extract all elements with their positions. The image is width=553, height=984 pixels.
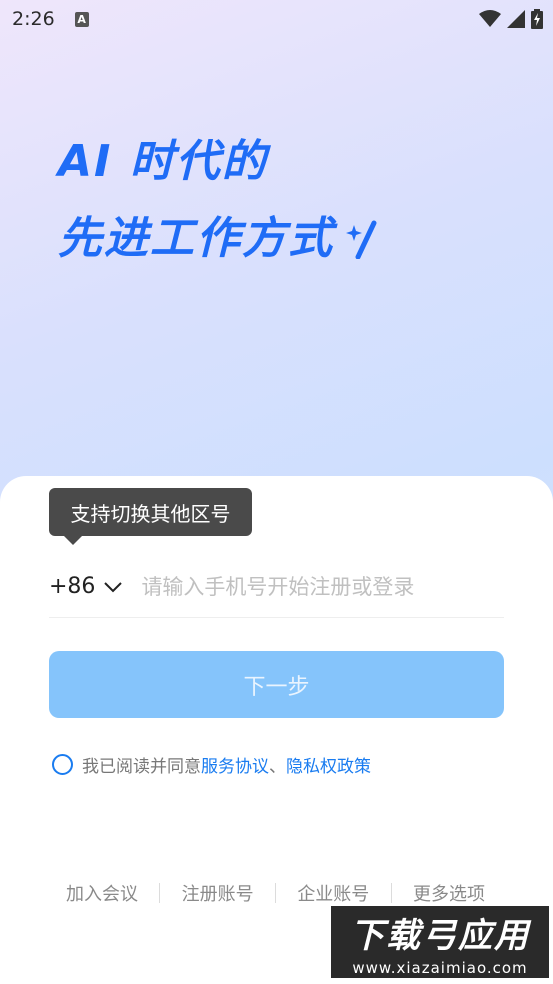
wifi-icon <box>479 10 501 27</box>
status-time: 2:26 <box>12 8 55 30</box>
divider <box>274 883 276 903</box>
register-account-link[interactable]: 注册账号 <box>164 880 272 906</box>
hero-line-2-row: 先进工作方式 <box>58 217 378 261</box>
privacy-policy-link[interactable]: 隐私权政策 <box>286 752 371 777</box>
next-step-button[interactable]: 下一步 <box>49 651 504 718</box>
hero-line-2: 先进工作方式 <box>58 213 334 264</box>
battery-charging-icon <box>531 9 543 29</box>
signal-icon <box>507 10 525 28</box>
agreement-checkbox[interactable] <box>52 754 73 775</box>
status-icons <box>479 9 543 29</box>
agreement-row: 我已阅读并同意 服务协议 、 隐私权政策 <box>52 752 371 777</box>
more-options-link[interactable]: 更多选项 <box>395 880 503 906</box>
divider <box>159 883 161 903</box>
watermark-logo: 下载弓应用 www.xiazaimiao.com <box>331 906 549 978</box>
tooltip-arrow <box>64 536 82 545</box>
bottom-links: 加入会议 注册账号 企业账号 更多选项 <box>48 880 503 906</box>
watermark-url: www.xiazaimiao.com <box>352 958 528 977</box>
hero-slogan: AI 时代的 先进工作方式 <box>58 140 378 261</box>
phone-input-row: +86 <box>49 556 504 618</box>
sparkle-icon <box>346 220 377 259</box>
area-code-tooltip: 支持切换其他区号 <box>49 488 252 536</box>
a-icon: A <box>74 11 89 27</box>
divider <box>390 883 392 903</box>
phone-number-input[interactable] <box>141 574 504 599</box>
chevron-down-icon[interactable] <box>103 581 123 593</box>
status-bar: 2:26 A <box>0 0 553 38</box>
hero-line-1: AI 时代的 <box>58 136 268 187</box>
enterprise-account-link[interactable]: 企业账号 <box>279 880 387 906</box>
join-meeting-link[interactable]: 加入会议 <box>48 880 156 906</box>
agreement-prefix: 我已阅读并同意 <box>82 757 201 777</box>
agreement-separator: 、 <box>269 757 286 777</box>
watermark-main: 下载弓应用 <box>350 915 530 956</box>
country-code-selector[interactable]: +86 <box>49 574 95 599</box>
service-agreement-link[interactable]: 服务协议 <box>201 752 269 777</box>
